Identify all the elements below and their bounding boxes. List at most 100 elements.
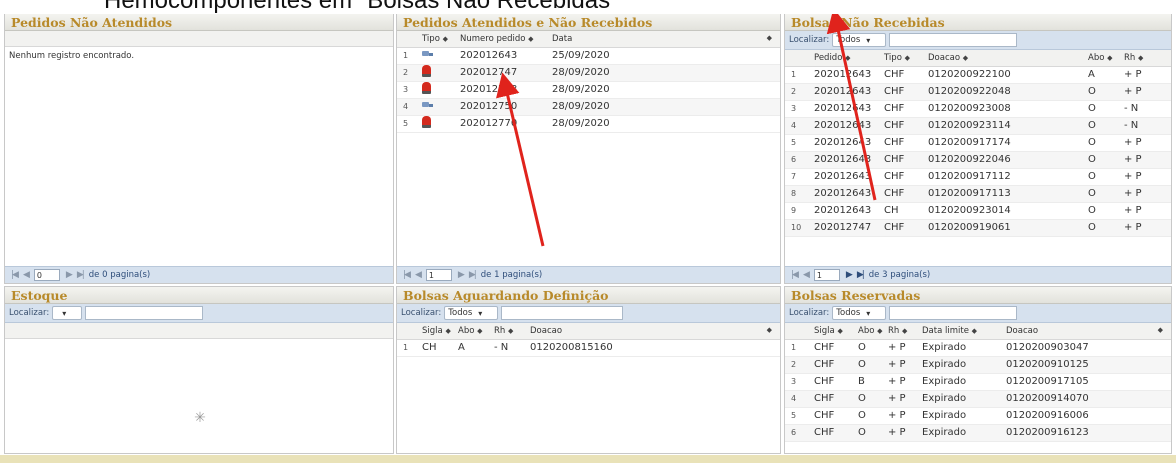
table-row[interactable]: 2 202012747 28/09/2020 <box>397 64 780 82</box>
first-page-icon[interactable]: |◀ <box>791 270 799 280</box>
filter-select[interactable]: Todos ▾ <box>444 306 499 320</box>
sort-icon[interactable]: ◆ <box>528 35 533 43</box>
table-row[interactable]: 3 202012643 CHF 0120200923008 O - N <box>785 100 1171 118</box>
column-header-abo[interactable]: Abo ◆ <box>455 323 491 340</box>
first-page-icon[interactable]: |◀ <box>403 270 411 280</box>
sort-icon[interactable]: ◆ <box>767 34 772 42</box>
prev-page-icon[interactable]: ◀ <box>23 270 30 280</box>
sort-icon[interactable]: ◆ <box>767 326 772 334</box>
page-input[interactable]: 0 <box>33 269 60 281</box>
grid-header <box>5 323 393 339</box>
sort-icon[interactable]: ◆ <box>837 327 842 335</box>
sort-icon[interactable]: ◆ <box>477 327 482 335</box>
table-row[interactable]: 5 202012643 CHF 0120200917174 O + P <box>785 134 1171 152</box>
siren-icon <box>422 82 431 94</box>
table-row[interactable]: 3 202012748 28/09/2020 <box>397 81 780 99</box>
sort-icon[interactable]: ◆ <box>902 327 907 335</box>
column-header-data[interactable]: Data ◆ <box>549 31 780 48</box>
table-row[interactable]: 2 202012643 CHF 0120200922048 O + P <box>785 83 1171 101</box>
rh-cell: + P <box>885 390 919 408</box>
row-number: 4 <box>785 117 811 135</box>
first-page-icon[interactable]: |◀ <box>11 270 19 280</box>
row-number: 2 <box>785 83 811 101</box>
sort-icon[interactable]: ◆ <box>1158 326 1163 334</box>
next-page-icon[interactable]: ▶ <box>458 270 465 280</box>
row-number: 3 <box>785 373 811 391</box>
prev-page-icon[interactable]: ◀ <box>803 270 810 280</box>
pedido-cell: 202012770 <box>457 115 549 133</box>
table-row[interactable]: 8 202012643 CHF 0120200917113 O + P <box>785 185 1171 203</box>
abo-cell: O <box>1085 202 1121 220</box>
data-limite-cell: Expirado <box>919 424 1003 442</box>
sort-icon[interactable]: ◆ <box>445 327 450 335</box>
page-input[interactable]: 1 <box>425 269 452 281</box>
table-row[interactable]: 1 202012643 25/09/2020 <box>397 47 780 65</box>
pedido-cell: 202012748 <box>457 81 549 99</box>
table-row[interactable]: 3 CHF B + P Expirado 0120200917105 <box>785 373 1171 391</box>
last-page-icon[interactable]: ▶| <box>77 270 85 280</box>
table-row[interactable]: 6 CHF O + P Expirado 0120200916123 <box>785 424 1171 442</box>
filter-search-input[interactable] <box>889 33 1018 47</box>
row-number-header <box>785 323 811 340</box>
column-header-rh[interactable]: Rh ◆ <box>491 323 527 340</box>
column-header-doacao[interactable]: Doacao ◆ <box>1003 323 1171 340</box>
filter-select[interactable]: ▾ <box>52 306 83 320</box>
column-header-numero-pedido[interactable]: Numero pedido ◆ <box>457 31 549 48</box>
table-row[interactable]: 1 202012643 CHF 0120200922100 A + P <box>785 66 1171 84</box>
next-page-icon[interactable]: ▶ <box>846 270 853 280</box>
table-row[interactable]: 2 CHF O + P Expirado 0120200910125 <box>785 356 1171 374</box>
rh-cell: + P <box>1121 202 1171 220</box>
sort-icon[interactable]: ◆ <box>972 327 977 335</box>
doacao-cell: 0120200815160 <box>527 339 780 357</box>
column-header-data-limite[interactable]: Data limite ◆ <box>919 323 1003 340</box>
table-row[interactable]: 1 CHF O + P Expirado 0120200903047 <box>785 339 1171 357</box>
table-row[interactable]: 5 CHF O + P Expirado 0120200916006 <box>785 407 1171 425</box>
prev-page-icon[interactable]: ◀ <box>415 270 422 280</box>
sort-icon[interactable]: ◆ <box>443 35 448 43</box>
table-row[interactable]: 4 202012643 CHF 0120200923114 O - N <box>785 117 1171 135</box>
column-header-sigla[interactable]: Sigla ◆ <box>419 323 455 340</box>
sort-icon[interactable]: ◆ <box>1107 54 1112 62</box>
panel-bolsas-reservadas: Bolsas Reservadas Localizar: Todos ▾ Sigl… <box>784 286 1172 454</box>
table-row[interactable]: 1 CH A - N 0120200815160 <box>397 339 780 357</box>
table-row[interactable]: 10 202012747 CHF 0120200919061 O + P <box>785 219 1171 237</box>
column-header-pedido[interactable]: Pedido ◆ <box>811 50 881 67</box>
table-row[interactable]: 5 202012770 28/09/2020 <box>397 115 780 133</box>
sort-icon[interactable]: ◆ <box>1138 54 1143 62</box>
grid-header-row: Sigla ◆ Abo ◆ Rh ◆ Doacao ◆ <box>397 323 780 340</box>
filter-select[interactable]: Todos ▾ <box>832 33 887 47</box>
sort-icon[interactable]: ◆ <box>963 54 968 62</box>
filter-search-input[interactable] <box>889 306 1018 320</box>
column-header-doacao[interactable]: Doacao ◆ <box>527 323 780 340</box>
table-row[interactable]: 9 202012643 CH 0120200923014 O + P <box>785 202 1171 220</box>
last-page-icon[interactable]: ▶| <box>857 270 865 280</box>
column-header-rh[interactable]: Rh ◆ <box>885 323 919 340</box>
sort-icon[interactable]: ◆ <box>845 54 850 62</box>
filter-search-input[interactable] <box>501 306 624 320</box>
filter-search-input[interactable] <box>85 306 204 320</box>
next-page-icon[interactable]: ▶ <box>66 270 73 280</box>
table-row[interactable]: 4 CHF O + P Expirado 0120200914070 <box>785 390 1171 408</box>
filter-select[interactable]: Todos ▾ <box>832 306 887 320</box>
column-header-abo[interactable]: Abo ◆ <box>855 323 885 340</box>
pedido-cell: 202012750 <box>457 98 549 116</box>
row-number: 1 <box>397 339 419 357</box>
column-header-rh[interactable]: Rh ◆ <box>1121 50 1171 67</box>
rh-cell: + P <box>1121 83 1171 101</box>
column-header-tipo[interactable]: Tipo ◆ <box>881 50 925 67</box>
column-header-abo[interactable]: Abo ◆ <box>1085 50 1121 67</box>
filter-bar: Localizar: Todos ▾ <box>785 304 1171 323</box>
sort-icon[interactable]: ◆ <box>508 327 513 335</box>
column-header-doacao[interactable]: Doacao ◆ <box>925 50 1085 67</box>
sort-icon[interactable]: ◆ <box>905 54 910 62</box>
table-row[interactable]: 4 202012750 28/09/2020 <box>397 98 780 116</box>
siren-icon <box>422 65 431 77</box>
last-page-icon[interactable]: ▶| <box>469 270 477 280</box>
sort-icon[interactable]: ◆ <box>877 327 882 335</box>
table-row[interactable]: 7 202012643 CHF 0120200917112 O + P <box>785 168 1171 186</box>
table-row[interactable]: 6 202012643 CHF 0120200922046 O + P <box>785 151 1171 169</box>
abo-cell: O <box>1085 151 1121 169</box>
page-input[interactable]: 1 <box>813 269 840 281</box>
column-header-tipo[interactable]: Tipo ◆ <box>419 31 457 48</box>
column-header-sigla[interactable]: Sigla ◆ <box>811 323 855 340</box>
